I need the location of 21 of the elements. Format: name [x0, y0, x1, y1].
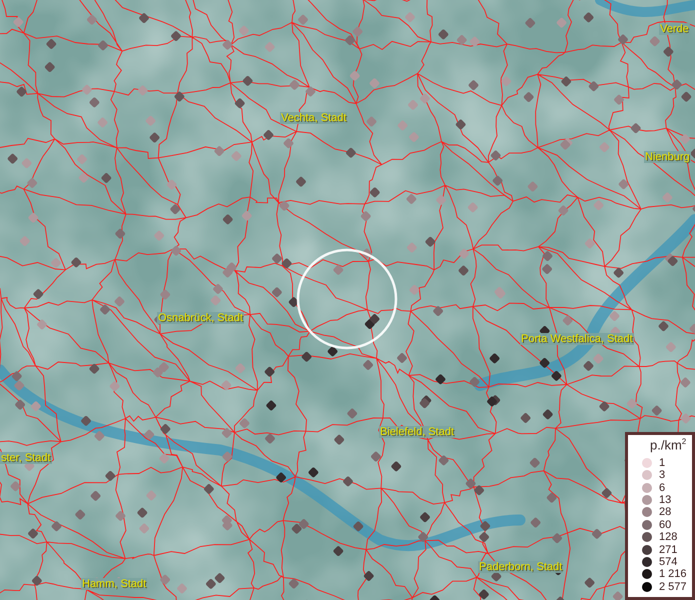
legend-title: p./km$^{2}$ — [650, 437, 684, 453]
legend-label: 13 — [659, 494, 672, 506]
place-label: Hamm, Stadt — [81, 578, 148, 590]
place-label: Bielefeld, Stadt — [379, 426, 455, 438]
place-label: Porta Westfalica, Stadt — [520, 333, 634, 345]
legend-label: 2 577 — [659, 580, 687, 593]
place-label: ster, Stadt — [0, 452, 52, 464]
legend-label: 128 — [659, 531, 678, 544]
place-label: Paderborn, Stadt — [478, 561, 564, 573]
legend-label: 6 — [659, 482, 666, 494]
legend-label: 271 — [659, 544, 678, 556]
place-label: Osnabrück, Stadt — [157, 312, 244, 324]
place-label: Vechta, Stadt — [280, 112, 348, 124]
legend-label: 28 — [659, 506, 672, 518]
legend-label: 60 — [659, 518, 672, 531]
legend-label: 1 216 — [659, 568, 687, 580]
place-label: Verde — [659, 23, 690, 35]
legend-label: 574 — [659, 556, 678, 568]
legend-label: 3 — [659, 469, 666, 482]
place-label: Nienburg — [644, 151, 691, 163]
legend-label: 1 — [659, 456, 666, 469]
